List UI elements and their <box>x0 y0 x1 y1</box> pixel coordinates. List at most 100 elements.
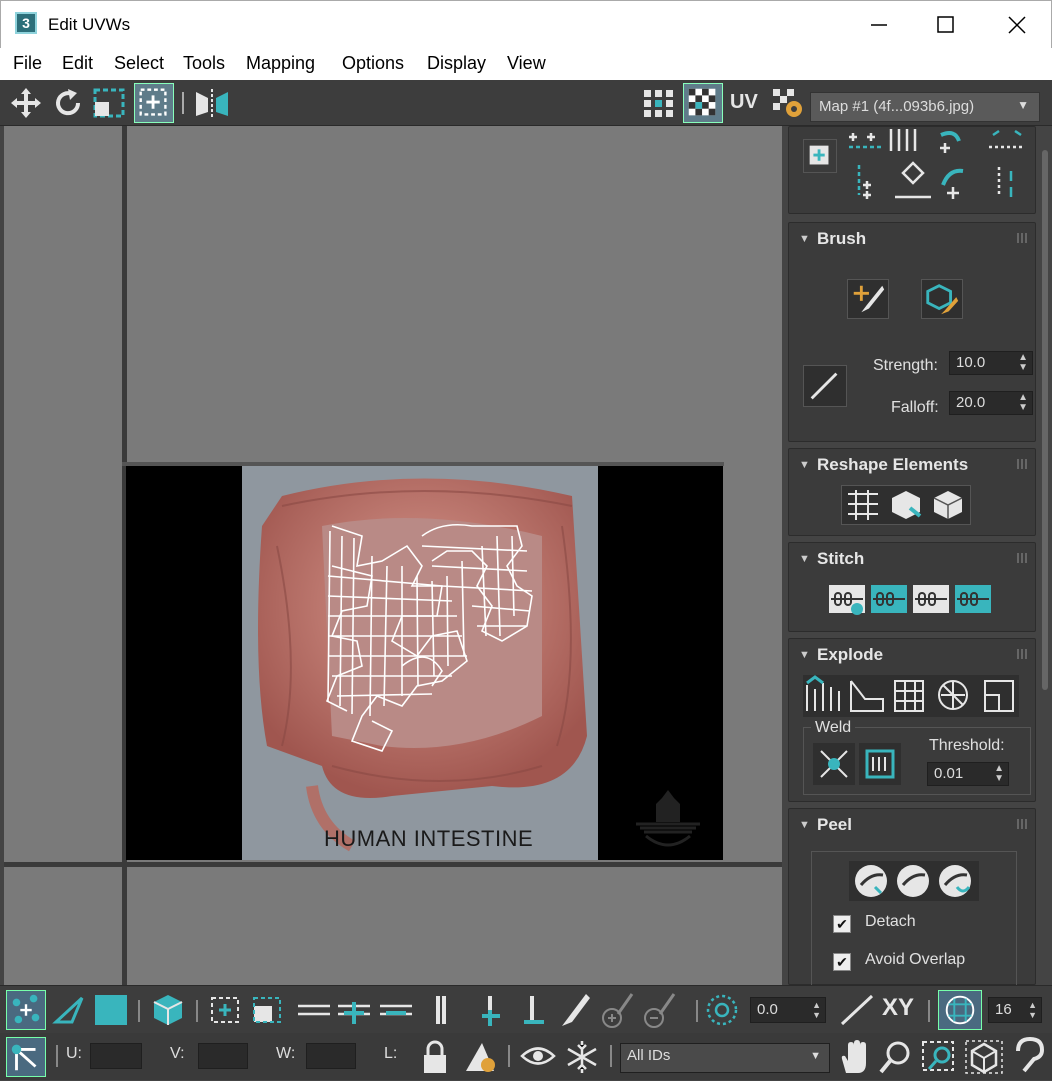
toolbar-separator <box>508 1045 510 1067</box>
v-field[interactable] <box>198 1043 248 1069</box>
select-tools-icon[interactable] <box>208 992 288 1028</box>
grid-snap-button[interactable] <box>938 990 982 1030</box>
toolbar-separator <box>56 1045 58 1067</box>
relax-brush-button[interactable] <box>921 279 963 319</box>
drag-handle-icon[interactable] <box>1017 233 1027 243</box>
spinner-arrows-icon[interactable]: ▲ ▼ <box>1018 353 1028 373</box>
grow-shrink-icon[interactable] <box>294 992 420 1028</box>
move-icon[interactable] <box>8 86 44 120</box>
relax-until-flat-icon[interactable] <box>886 486 928 524</box>
show-map-icon[interactable] <box>640 86 678 120</box>
spinner-arrows-icon[interactable]: ▲ ▼ <box>812 1000 821 1020</box>
align-tools-icon[interactable] <box>845 125 975 205</box>
material-id-value: All IDs <box>627 1047 671 1064</box>
edge-mode-icon[interactable] <box>52 992 88 1028</box>
drag-handle-icon[interactable] <box>1017 649 1027 659</box>
menu-options[interactable]: Options <box>342 53 404 74</box>
material-id-dropdown[interactable]: All IDs ▼ <box>620 1043 830 1073</box>
straight-line-icon[interactable] <box>838 992 878 1028</box>
maximize-button[interactable] <box>925 9 965 41</box>
strength-spinner[interactable]: 10.0 ▲ ▼ <box>949 351 1033 375</box>
rotation-angle-value: 0.0 <box>757 1001 778 1018</box>
hide-selection-icon[interactable] <box>462 1039 498 1075</box>
menu-select[interactable]: Select <box>114 53 164 74</box>
xy-toggle[interactable]: XY <box>882 994 914 1022</box>
grid-size-spinner[interactable]: 16 ▲ ▼ <box>988 997 1042 1023</box>
intestine-illustration: HUMAN INTESTINE <box>242 466 598 860</box>
drag-handle-icon[interactable] <box>1017 819 1027 829</box>
stitch-tools-icon[interactable] <box>827 579 999 619</box>
falloff-spinner[interactable]: 20.0 ▲ ▼ <box>949 391 1033 415</box>
map-settings-icon[interactable] <box>770 86 806 120</box>
loop-ring-icon[interactable] <box>428 992 558 1028</box>
peel-title: Peel <box>817 815 852 834</box>
mirror-icon[interactable] <box>192 86 232 120</box>
relax-icon[interactable] <box>928 486 970 524</box>
soft-selection-icon[interactable] <box>704 992 740 1028</box>
w-field[interactable] <box>306 1043 356 1069</box>
spinner-arrows-icon[interactable]: ▲ ▼ <box>994 764 1004 784</box>
paint-move-button[interactable] <box>847 279 889 319</box>
vertex-mode-button[interactable] <box>6 990 46 1030</box>
paint-select-icon[interactable] <box>556 990 686 1030</box>
peel-rollout: ▼ Peel ✔ Detach ✔ Avoid Overlap <box>788 808 1036 986</box>
scale-icon[interactable] <box>92 86 128 120</box>
pan-hand-icon[interactable] <box>838 1039 870 1075</box>
weld-tools-icon[interactable] <box>813 743 903 785</box>
help-icon[interactable] <box>1010 1037 1050 1075</box>
stitch-title: Stitch <box>817 549 865 568</box>
collapse-icon[interactable]: ▼ <box>799 649 810 661</box>
uv-channel-label[interactable]: UV <box>730 91 758 125</box>
freeform-mode-button[interactable] <box>134 83 174 123</box>
tools-rollout <box>788 126 1036 214</box>
zoom-region-icon[interactable] <box>920 1039 960 1075</box>
avoid-overlap-label: Avoid Overlap <box>865 951 966 968</box>
lock-icon[interactable] <box>420 1039 450 1075</box>
threshold-spinner[interactable]: 0.01 ▲ ▼ <box>927 762 1009 786</box>
rotate-icon[interactable] <box>52 86 84 120</box>
eye-icon[interactable] <box>520 1041 556 1071</box>
collapse-icon[interactable]: ▼ <box>799 459 810 471</box>
menu-view[interactable]: View <box>507 53 546 74</box>
threshold-value: 0.01 <box>934 765 964 782</box>
drag-handle-icon[interactable] <box>1017 459 1027 469</box>
element-mode-icon[interactable] <box>150 992 186 1028</box>
window-title: Edit UVWs <box>48 15 131 34</box>
absolute-offset-button[interactable] <box>6 1037 46 1077</box>
freeze-snowflake-icon[interactable] <box>564 1039 600 1075</box>
menu-tools[interactable]: Tools <box>183 53 225 74</box>
spinner-arrows-icon[interactable]: ▲ ▼ <box>1018 393 1028 413</box>
minimize-button[interactable] <box>859 9 899 41</box>
brush-options-button[interactable] <box>803 365 847 407</box>
explode-tools-icon[interactable] <box>803 675 1019 717</box>
menu-mapping[interactable]: Mapping <box>246 53 315 74</box>
distribute-tools-icon[interactable] <box>985 125 1029 205</box>
zoom-icon[interactable] <box>878 1039 914 1075</box>
collapse-icon[interactable]: ▼ <box>799 819 810 831</box>
rotation-angle-spinner[interactable]: 0.0 ▲ ▼ <box>750 997 826 1023</box>
collapse-icon[interactable]: ▼ <box>799 233 810 245</box>
close-button[interactable] <box>997 9 1037 41</box>
map-select-dropdown[interactable]: Map #1 (4f...093b6.jpg) ▼ <box>810 92 1040 122</box>
avoid-overlap-checkbox[interactable]: ✔ <box>833 953 851 971</box>
command-panel: ▼ Brush Strength: 10.0 ▲ ▼ Falloff: 20.0 ▲ ▼… <box>782 126 1052 986</box>
detach-checkbox[interactable]: ✔ <box>833 915 851 933</box>
peel-tools-icon[interactable] <box>849 861 979 901</box>
menu-edit[interactable]: Edit <box>62 53 93 74</box>
spinner-arrows-icon[interactable]: ▲ ▼ <box>1028 1000 1037 1020</box>
app-icon: 3 <box>15 12 37 34</box>
zoom-extents-icon[interactable] <box>964 1039 1004 1075</box>
menu-file[interactable]: File <box>13 53 42 74</box>
add-element-button[interactable] <box>803 139 837 173</box>
scrollbar-thumb[interactable] <box>1042 150 1048 690</box>
checker-pattern-button[interactable] <box>683 83 723 123</box>
straighten-selection-icon[interactable] <box>842 486 886 524</box>
u-field[interactable] <box>90 1043 142 1069</box>
face-mode-button[interactable] <box>95 995 127 1025</box>
intestine-texture-image: HUMAN INTESTINE <box>242 466 598 860</box>
toolbar-separator <box>196 1000 198 1022</box>
drag-handle-icon[interactable] <box>1017 553 1027 563</box>
collapse-icon[interactable]: ▼ <box>799 553 810 565</box>
menu-display[interactable]: Display <box>427 53 486 74</box>
explode-title: Explode <box>817 645 884 664</box>
